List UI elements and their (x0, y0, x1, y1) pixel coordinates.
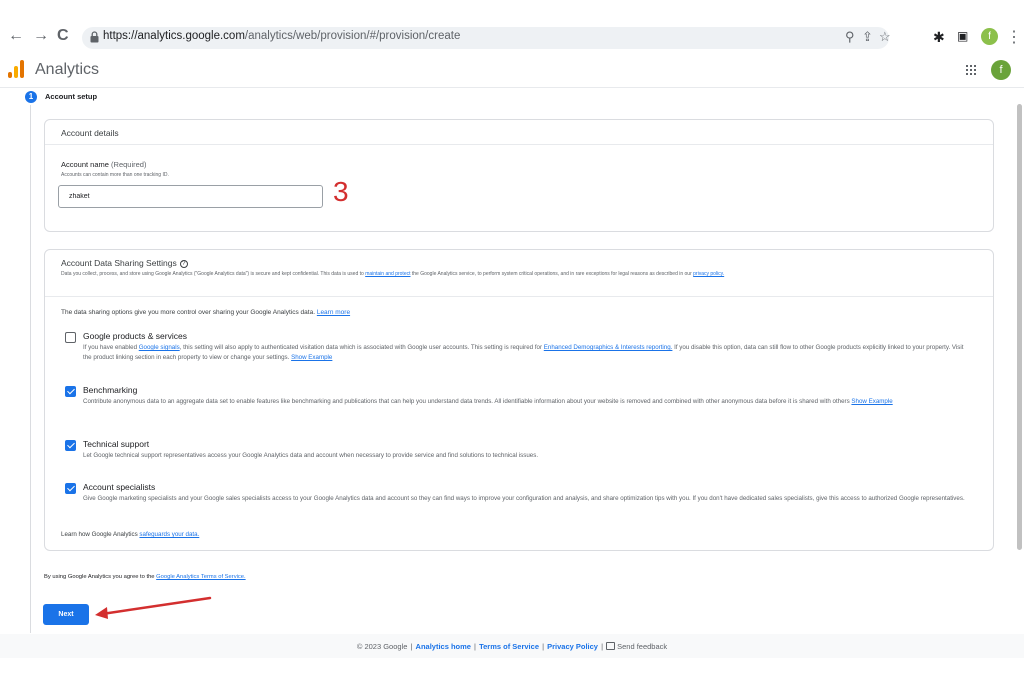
sharing-description: Data you collect, process, and store usi… (61, 270, 976, 279)
browser-profile-avatar[interactable]: f (981, 28, 998, 45)
step-number: 1 (25, 91, 37, 103)
terms-link[interactable]: Terms of Service (479, 642, 539, 651)
back-arrow-icon[interactable]: ← (8, 28, 24, 44)
privacy-policy-link[interactable]: privacy policy. (693, 271, 724, 277)
scrollbar-thumb[interactable] (1017, 104, 1022, 550)
benchmarking-checkbox[interactable] (65, 386, 76, 397)
app-header (0, 54, 1024, 88)
sharing-desc-text-2: the Google Analytics service, to perform… (410, 271, 694, 277)
option-desc-a: If you have enabled (83, 344, 139, 351)
puzzle-icon[interactable]: ✱ (933, 29, 945, 46)
account-name-label: Account name (Required) (61, 160, 146, 169)
card-header: Account details (45, 120, 993, 145)
copyright: © 2023 Google (356, 642, 408, 651)
url-host: https://analytics.google.com (103, 30, 245, 42)
option-desc-b: , this setting will also apply to authen… (179, 344, 544, 351)
sharing-intro: The data sharing options give you more c… (61, 309, 350, 316)
apps-grid-icon[interactable] (966, 65, 976, 75)
safeguards-link[interactable]: safeguards your data. (139, 531, 199, 538)
account-name-label-text: Account name (61, 160, 109, 169)
forward-arrow-icon[interactable]: → (33, 28, 49, 44)
kebab-menu-icon[interactable]: ⋮ (1006, 27, 1022, 47)
enhanced-demographics-link[interactable]: Enhanced Demographics & Interests report… (544, 344, 673, 351)
data-sharing-card: Account Data Sharing Settings? Data you … (44, 249, 994, 551)
learn-more-link[interactable]: Learn more (317, 309, 350, 316)
account-details-card: Account details Account name (Required) … (44, 119, 994, 232)
analytics-logo-icon (8, 60, 24, 78)
app-title: Analytics (35, 61, 100, 78)
safeguards-text: Learn how Google Analytics (61, 531, 140, 538)
show-example-link[interactable]: Show Example (851, 398, 892, 405)
reload-icon[interactable]: C (57, 28, 69, 44)
show-example-link[interactable]: Show Example (291, 354, 332, 361)
terms-text: By using Google Analytics you agree to t… (44, 574, 157, 580)
google-signals-link[interactable]: Google signals (139, 344, 180, 351)
analytics-home-link[interactable]: Analytics home (416, 642, 471, 651)
google-products-checkbox[interactable] (65, 332, 76, 343)
option-description: Let Google technical support representat… (83, 452, 539, 459)
card-title: Account details (61, 128, 119, 138)
account-name-hint: Accounts can contain more than one track… (61, 172, 169, 178)
option-title: Account specialists (83, 482, 156, 492)
sharing-desc-text: Data you collect, process, and store usi… (61, 271, 366, 277)
url-path: /analytics/web/provision/#/provision/cre… (244, 30, 461, 42)
privacy-link[interactable]: Privacy Policy (547, 642, 598, 651)
send-feedback-link[interactable]: Send feedback (617, 642, 667, 651)
option-description: Give Google marketing specialists and yo… (83, 495, 965, 502)
option-description: Contribute anonymous data to an aggregat… (83, 397, 973, 407)
next-button[interactable]: Next (43, 604, 89, 625)
star-icon[interactable]: ☆ (879, 29, 891, 45)
card-header: Account Data Sharing Settings? Data you … (45, 250, 993, 297)
step-label: Account setup (45, 92, 98, 101)
account-avatar[interactable]: f (991, 60, 1011, 80)
sharing-title: Account Data Sharing Settings? (61, 258, 188, 268)
sharing-intro-text: The data sharing options give you more c… (61, 309, 316, 316)
technical-support-checkbox[interactable] (65, 440, 76, 451)
account-name-input[interactable] (58, 185, 323, 208)
help-circle-icon[interactable]: ? (179, 260, 188, 268)
lock-icon (90, 31, 99, 43)
url-text[interactable]: https://analytics.google.com/analytics/w… (103, 30, 460, 42)
footer-links: © 2023 Google | Analytics home | Terms o… (356, 642, 668, 651)
sharing-title-text: Account Data Sharing Settings (61, 258, 177, 268)
option-description: If you have enabled Google signals, this… (83, 343, 973, 363)
step-connector (30, 105, 31, 633)
safeguards-line: Learn how Google Analytics safeguards yo… (61, 531, 199, 538)
option-title: Benchmarking (83, 385, 138, 395)
annotation-arrow (95, 596, 212, 619)
account-specialists-checkbox[interactable] (65, 483, 76, 494)
terms-of-service-link[interactable]: Google Analytics Terms of Service. (156, 574, 245, 580)
option-title: Technical support (83, 439, 150, 449)
option-desc: Contribute anonymous data to an aggregat… (83, 398, 852, 405)
maintain-protect-link[interactable]: maintain and protect (365, 271, 410, 277)
annotation-number: 3 (333, 176, 349, 207)
zoom-icon[interactable]: ⚲ (845, 29, 855, 45)
option-title: Google products & services (83, 331, 187, 341)
required-marker: (Required) (111, 160, 147, 169)
feedback-icon[interactable] (606, 642, 616, 650)
side-panel-icon[interactable]: ▣ (957, 29, 968, 43)
share-icon[interactable]: ⇪ (862, 29, 873, 45)
terms-line: By using Google Analytics you agree to t… (44, 574, 246, 580)
